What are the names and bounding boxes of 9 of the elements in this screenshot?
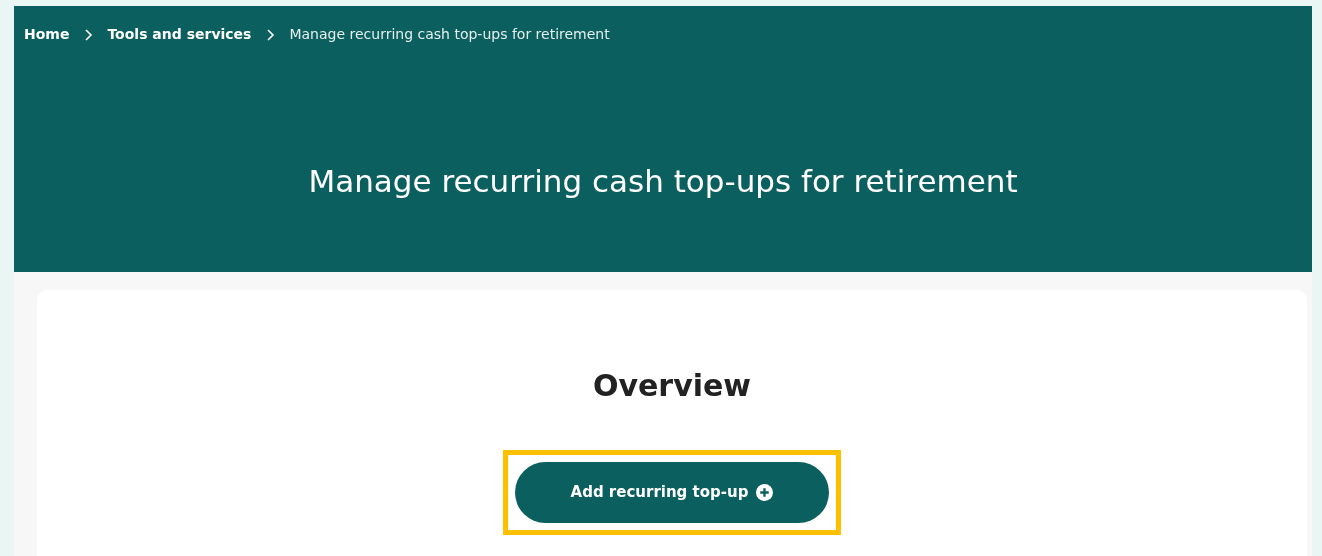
chevron-icon bbox=[265, 27, 276, 42]
add-top-up-button[interactable]: Add recurring top-up bbox=[515, 462, 829, 523]
plus-icon bbox=[756, 484, 774, 501]
page-title: Manage recurring cash top-ups for retirement bbox=[307, 163, 1019, 201]
chevron-icon bbox=[83, 27, 94, 42]
section-heading: Overview bbox=[591, 368, 753, 404]
breadcrumb-link[interactable]: Home bbox=[24, 24, 70, 45]
breadcrumb-link[interactable]: Tools and services bbox=[107, 24, 252, 45]
current-page-crumb: Manage recurring cash top-ups for retirement bbox=[289, 25, 610, 44]
